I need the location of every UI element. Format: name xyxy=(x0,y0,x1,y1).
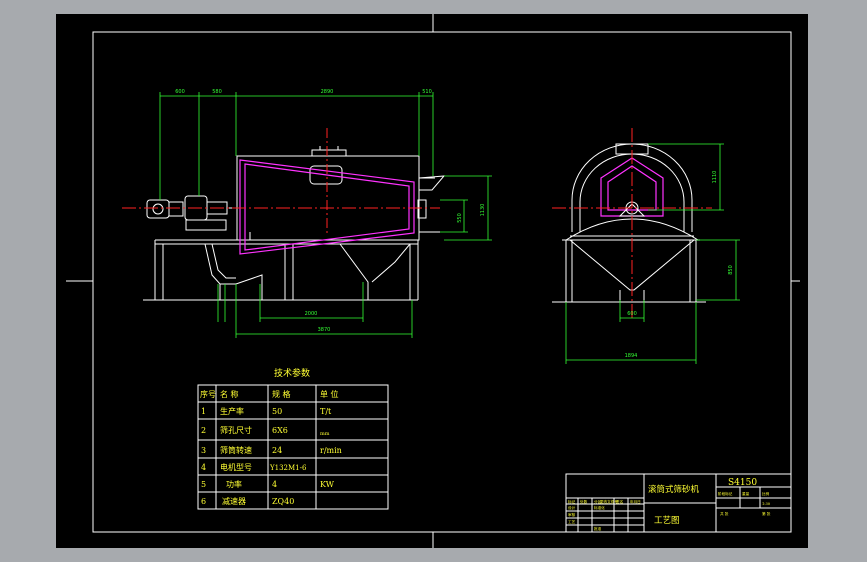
spec-cell: 4 xyxy=(201,463,206,472)
dim-side-1: 1110 xyxy=(712,171,718,184)
spec-cell: T/t xyxy=(320,407,332,416)
title-cell: 批准 xyxy=(594,526,602,531)
cad-drawing-canvas[interactable]: 600 580 2890 510 2000 3870 1130 550 1110… xyxy=(0,0,867,562)
title-cell: 重量 xyxy=(742,491,750,496)
title-cell: 工艺 xyxy=(568,519,576,524)
spec-cell: 电机型号 xyxy=(220,462,252,472)
spec-header-name: 名 称 xyxy=(220,389,239,399)
drawing-name: 滚筒式筛砂机 xyxy=(648,484,700,495)
spec-cell: 6X6 xyxy=(272,426,288,435)
dim-front-2: 580 xyxy=(212,89,222,95)
dim-front-6: 3870 xyxy=(318,327,331,333)
title-cell: 1:30 xyxy=(762,502,771,506)
spec-cell: 3 xyxy=(201,446,206,455)
dim-side-2: 850 xyxy=(728,265,734,275)
spec-header-no: 序号 xyxy=(200,389,216,399)
dim-front-3: 2890 xyxy=(321,89,334,95)
spec-cell: ZQ40 xyxy=(272,497,294,506)
spec-cell: 减速器 xyxy=(222,496,246,506)
spec-cell: 筛筒转速 xyxy=(220,445,252,455)
dim-front-4: 510 xyxy=(422,89,432,95)
spec-cell: 50 xyxy=(272,407,282,416)
spec-cell: 24 xyxy=(272,446,282,455)
drawing-category: 工艺图 xyxy=(654,516,680,526)
spec-cell: KW xyxy=(320,480,335,489)
spec-cell: 4 xyxy=(272,480,277,489)
title-cell: 年月日 xyxy=(630,499,641,504)
spec-header-unit: 单 位 xyxy=(320,389,339,399)
title-cell: 标准化 xyxy=(594,505,605,510)
dim-front-8: 550 xyxy=(457,213,463,223)
drawing-sheet xyxy=(56,14,808,548)
dim-side-3: 600 xyxy=(627,311,637,317)
title-cell: 处数 xyxy=(580,499,588,504)
title-cell: 阶段标记 xyxy=(718,491,733,496)
drawing-code: S4150 xyxy=(728,478,757,488)
spec-cell: 2 xyxy=(201,426,206,435)
spec-table-title: 技术参数 xyxy=(274,367,310,379)
title-cell: 签名 xyxy=(616,499,624,504)
spec-cell: 6 xyxy=(201,497,206,506)
dim-front-1: 600 xyxy=(175,89,185,95)
title-cell: 共 张 xyxy=(720,511,729,516)
title-cell: 审核 xyxy=(568,512,576,517)
dim-front-5: 2000 xyxy=(305,311,318,317)
title-cell: 标记 xyxy=(568,499,576,504)
spec-cell: 筛孔尺寸 xyxy=(220,425,252,435)
title-cell: 设计 xyxy=(568,505,576,510)
spec-cell: 5 xyxy=(201,480,206,489)
dim-side-4: 1894 xyxy=(625,353,638,359)
spec-cell: mm xyxy=(320,431,330,437)
spec-cell: 1 xyxy=(201,407,206,416)
spec-cell: 生产率 xyxy=(220,406,244,416)
spec-header-spec: 规 格 xyxy=(272,389,291,399)
spec-cell: r/min xyxy=(320,446,342,455)
spec-cell: 功率 xyxy=(226,479,242,489)
spec-cell: Y132M1-6 xyxy=(269,464,307,472)
title-cell: 比例 xyxy=(762,491,770,496)
title-cell: 第 张 xyxy=(762,511,771,516)
dim-front-7: 1130 xyxy=(480,204,486,217)
